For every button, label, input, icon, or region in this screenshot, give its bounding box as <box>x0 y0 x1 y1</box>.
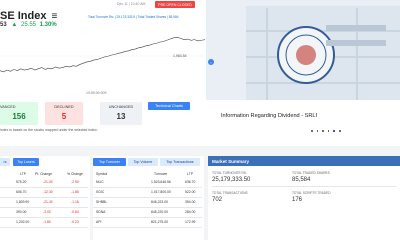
tab-top-gainers[interactable]: rs <box>0 158 10 166</box>
turnover-value: 845,220.00 <box>151 210 168 214</box>
loser-ltp: 390.00 <box>16 210 27 214</box>
news-banner[interactable]: ‹ Information Regarding Dividend - SRLI <box>206 0 400 146</box>
tab-top-losers[interactable]: Top Losers <box>13 158 39 166</box>
loser-ltp: 606.70 <box>16 190 27 194</box>
turnover-summary-line: Total Turnover Rs: | 25,179,333.5 | Tota… <box>88 15 179 19</box>
advanced-label: VANCED <box>0 105 16 109</box>
loser-pt-change: -21.40 <box>43 200 53 204</box>
loser-pt-change: -12.30 <box>43 190 53 194</box>
summary-value-shares: 85,584 <box>292 177 311 183</box>
index-date: Dec 11 | 10:40 AM <box>117 2 146 6</box>
tab-top-transactions[interactable]: Top Transactions <box>160 158 200 166</box>
summary-label-transactions: TOTAL TRANSACTIONS <box>212 191 248 195</box>
loser-pct-change: -0.23 <box>71 220 79 224</box>
losers-header-pt-change: Pt. Change <box>35 172 52 176</box>
unchanged-label: UNCHANGED <box>108 105 134 109</box>
turnover-ltp: 284.00 <box>185 210 196 214</box>
turnover-value: 1,017,800.00 <box>151 190 171 194</box>
index-note: index is based on the stocks mapped unde… <box>0 128 98 132</box>
carousel-dot[interactable] <box>333 130 335 132</box>
turnover-symbol[interactable]: NLIC <box>96 180 104 184</box>
advanced-value: 156 <box>12 112 26 121</box>
carousel-dot[interactable] <box>338 130 341 132</box>
turnover-header-ltp: LTP <box>187 172 193 176</box>
summary-label-scripts: TOTAL SCRIPTS TRADED <box>292 191 331 195</box>
losers-header-ltp: LTP <box>20 172 26 176</box>
carousel-dot[interactable] <box>322 130 324 132</box>
loser-pt-change: -1.80 <box>43 220 51 224</box>
chart-value-label: 1,983.54 <box>173 54 187 58</box>
carousel-dot[interactable] <box>316 130 319 132</box>
technical-charts-button[interactable]: Technical Charts <box>148 102 190 110</box>
pre-open-badge: PRE OPEN CLOSED <box>155 1 195 8</box>
top-losers-panel: rs Top Losers LTP Pt. Change % Change 57… <box>0 156 90 240</box>
loser-pct-change: -1.18 <box>71 200 79 204</box>
turnover-symbol[interactable]: SHBBL <box>96 200 107 204</box>
carousel-dot[interactable] <box>327 130 330 132</box>
dashboard-page: SE Index ≡ 53 ▲ 25.55 1.30% Dec 11 | 10:… <box>0 0 400 240</box>
slide-prev-icon[interactable]: ‹ <box>208 59 214 65</box>
tab-top-turnover[interactable]: Top Turnover <box>93 158 126 166</box>
loser-ltp: 575.20 <box>16 180 27 184</box>
carousel-dots <box>311 130 341 132</box>
summary-value-scripts: 176 <box>292 197 303 203</box>
index-title-text: SE Index <box>0 10 47 22</box>
unchanged-value: 13 <box>116 112 126 121</box>
turnover-symbol[interactable]: SDNA <box>96 210 105 214</box>
turnover-ltp: 172.99 <box>185 220 196 224</box>
index-title[interactable]: SE Index ≡ <box>0 10 57 22</box>
summary-value-transactions: 702 <box>212 197 223 203</box>
turnover-ltp: 522.00 <box>185 190 196 194</box>
losers-header-pct-change: % Change <box>67 172 83 176</box>
loser-pct-change: -2.90 <box>71 180 79 184</box>
chart-time-label: 10:59:09.009 <box>86 91 107 95</box>
summary-value-turnover: 25,179,333.50 <box>212 177 251 183</box>
turnover-value: 846,223.00 <box>151 200 168 204</box>
market-summary-panel: Market Summary TOTAL TURNOVER RS: 25,179… <box>208 156 400 240</box>
summary-label-shares: TOTAL TRADED SHARES <box>292 171 330 175</box>
top-turnover-panel: Top Turnover Top Volume Top Transactions… <box>93 156 204 240</box>
loser-pct-change: -0.84 <box>71 210 79 214</box>
turnover-symbol[interactable]: SGIC <box>96 190 104 194</box>
turnover-ltp: 636.70 <box>185 180 196 184</box>
turnover-value: 821,275.00 <box>151 220 168 224</box>
declined-value: 5 <box>61 112 67 121</box>
nepse-building-image <box>206 0 400 100</box>
unchanged-stat: UNCHANGED 13 <box>100 102 142 125</box>
loser-pt-change: -21.00 <box>43 180 53 184</box>
tab-top-volume[interactable]: Top Volume <box>128 158 158 166</box>
menu-icon[interactable]: ≡ <box>52 11 58 22</box>
carousel-dot[interactable] <box>311 130 313 132</box>
loser-pct-change: -1.85 <box>71 190 79 194</box>
banner-caption[interactable]: Information Regarding Dividend - SRLI <box>221 113 317 119</box>
loser-ltp: 1,809.90 <box>16 200 30 204</box>
declined-label: DECLINED <box>54 105 74 109</box>
turnover-value: 1,523,646.56 <box>151 180 171 184</box>
turnover-header-symbol: Symbol <box>96 172 108 176</box>
summary-label-turnover: TOTAL TURNOVER RS: <box>212 171 247 175</box>
turnover-ltp: 354.00 <box>185 200 196 204</box>
index-card: SE Index ≡ 53 ▲ 25.55 1.30% Dec 11 | 10:… <box>0 0 206 146</box>
turnover-symbol[interactable]: API <box>96 220 101 224</box>
loser-ltp: 1,202.00 <box>16 220 30 224</box>
market-summary-title: Market Summary <box>208 156 400 166</box>
declined-stat: DECLINED 5 <box>45 102 83 125</box>
turnover-header-turnover: Turnover <box>154 172 168 176</box>
advanced-stat: VANCED 156 <box>0 102 38 125</box>
loser-pt-change: -3.00 <box>43 210 51 214</box>
